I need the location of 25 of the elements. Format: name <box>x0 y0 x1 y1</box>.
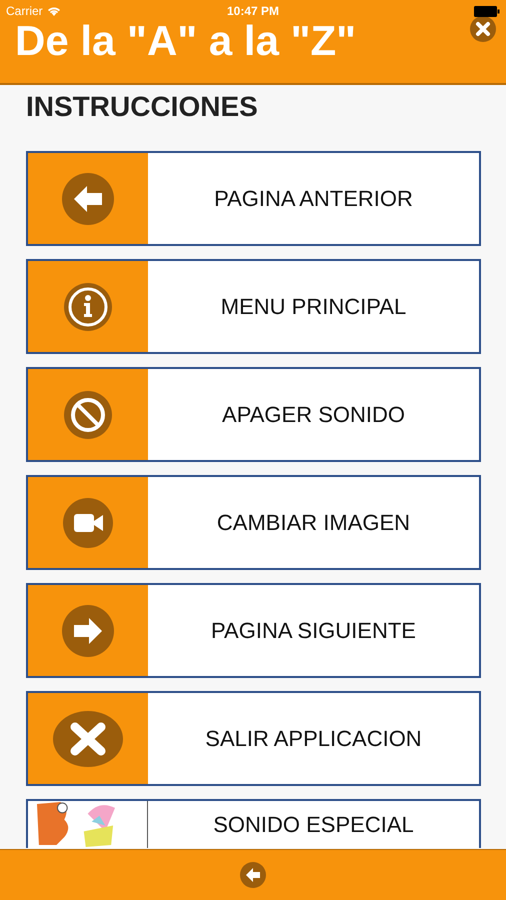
info-icon <box>64 282 112 330</box>
wifi-icon <box>46 6 61 16</box>
menu-item[interactable]: SALIR APPLICACION <box>26 691 481 786</box>
menu-item[interactable]: MENU PRINCIPAL <box>26 259 481 354</box>
menu-item[interactable]: SONIDO ESPECIAL <box>26 799 481 848</box>
menu-item[interactable]: PAGINA SIGUIENTE <box>26 583 481 678</box>
battery-icon <box>474 6 500 16</box>
item-label: PAGINA ANTERIOR <box>214 186 413 212</box>
item-label: CAMBIAR IMAGEN <box>216 510 410 536</box>
carrier-name: Carrier <box>6 4 43 18</box>
close-icon[interactable] <box>470 16 496 42</box>
menu-item[interactable]: CAMBIAR IMAGEN <box>26 475 481 570</box>
menu-item[interactable]: APAGER SONIDO <box>26 367 481 462</box>
item-label: SONIDO ESPECIAL <box>213 812 414 838</box>
clock-time: 10:47 PM <box>226 4 280 18</box>
menu-item[interactable]: PAGINA ANTERIOR <box>26 151 481 246</box>
item-label: SALIR APPLICACION <box>205 726 422 752</box>
item-label: PAGINA SIGUIENTE <box>211 618 416 644</box>
no-entry-icon <box>64 390 112 438</box>
video-camera-icon <box>63 498 113 548</box>
close-icon <box>53 710 123 766</box>
item-label: MENU PRINCIPAL <box>220 294 406 320</box>
app-title: De la "A" a la "Z" <box>15 18 356 64</box>
section-heading: INSTRUCCIONES <box>26 90 259 124</box>
item-label: APAGER SONIDO <box>222 402 405 428</box>
